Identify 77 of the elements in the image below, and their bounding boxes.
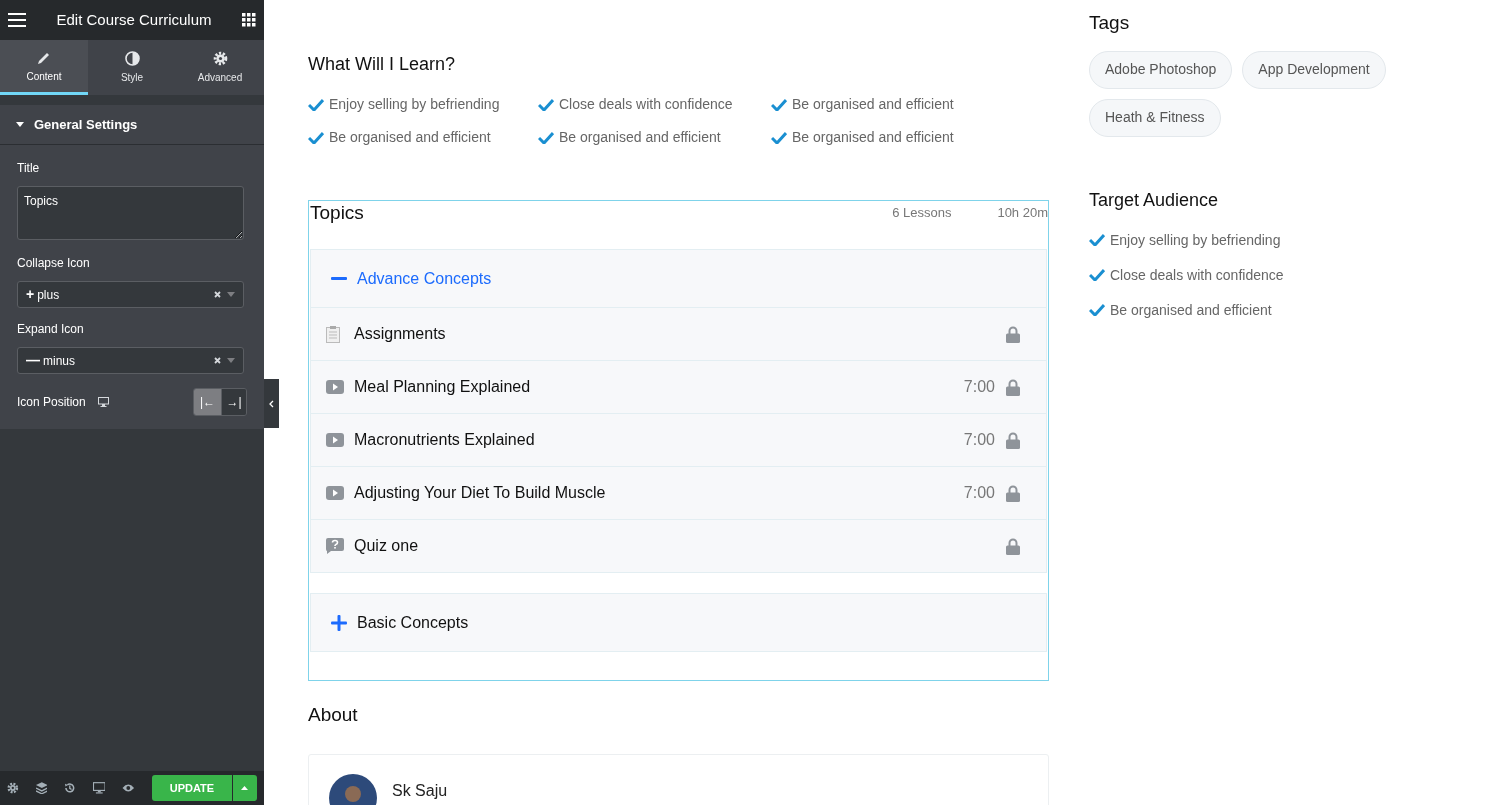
lesson-duration: 7:00 [963, 483, 995, 503]
list-item: Close deals with confidence [1110, 265, 1284, 285]
desktop-icon[interactable] [92, 782, 106, 794]
caret-down-icon [227, 292, 235, 297]
check-icon [308, 131, 324, 144]
pencil-icon [37, 51, 51, 65]
list-item: Be organised and efficient [559, 128, 721, 147]
author-name: Sk Saju [392, 780, 448, 801]
caret-down-icon [227, 358, 235, 363]
section-heading: Tags [1089, 11, 1131, 35]
check-icon [538, 131, 554, 144]
clear-icon[interactable] [214, 357, 221, 364]
field-label: Collapse Icon [17, 255, 91, 272]
panel-tab[interactable]: Content [0, 40, 88, 95]
lesson-title[interactable]: Quiz one [354, 534, 419, 558]
contrast-icon [124, 50, 140, 66]
apps-grid-icon[interactable] [242, 13, 256, 27]
tag[interactable]: Adobe Photoshop [1089, 50, 1233, 89]
panel-tab[interactable]: Advanced [176, 40, 264, 95]
settings-icon[interactable] [7, 782, 19, 794]
topics-title: Topics [309, 201, 364, 225]
play-icon [326, 486, 344, 500]
field-label: Icon Position [17, 394, 86, 411]
check-icon [1089, 304, 1105, 316]
icon-select[interactable]: + plus [17, 281, 244, 308]
collapse-panel-button[interactable] [264, 379, 279, 428]
lesson-duration: 7:00 [963, 430, 995, 450]
desktop-icon[interactable] [97, 397, 109, 407]
eye-icon[interactable] [122, 783, 135, 793]
panel-title: Edit Course Curriculum [56, 9, 212, 30]
check-icon [538, 98, 554, 111]
check-icon [1089, 269, 1105, 281]
list-item: Be organised and efficient [792, 95, 954, 114]
tag[interactable]: Heath & Fitness [1089, 98, 1221, 137]
lesson-count: 6 Lessons [892, 204, 952, 222]
list-item: Be organised and efficient [1110, 300, 1272, 320]
section-header[interactable]: General Settings [0, 105, 264, 145]
lesson-title[interactable]: Meal Planning Explained [354, 375, 531, 399]
lesson-title[interactable]: Macronutrients Explained [354, 428, 535, 452]
caret-button[interactable] [232, 775, 257, 801]
chevron-left-icon [269, 399, 274, 408]
title-field[interactable]: Topics [17, 186, 244, 240]
panel-tab[interactable]: Style [88, 40, 176, 95]
section-heading: About [308, 703, 359, 727]
lesson-duration: 7:00 [963, 377, 995, 397]
topic-header[interactable]: Basic Concepts [311, 594, 1046, 651]
play-icon [326, 380, 344, 394]
section-heading: What Will I Learn? [308, 53, 457, 76]
list-item: Close deals with confidence [559, 95, 733, 114]
list-item: Be organised and efficient [792, 128, 954, 147]
check-icon [771, 131, 787, 144]
total-duration: 10h 20m [997, 204, 1048, 222]
field-label: Expand Icon [17, 321, 85, 338]
icon-select[interactable]: — minus [17, 347, 244, 374]
menu-icon[interactable] [8, 13, 26, 27]
history-icon[interactable] [64, 782, 76, 794]
tag[interactable]: App Development [1242, 50, 1386, 89]
layers-icon[interactable] [35, 782, 48, 794]
topic-header[interactable]: Advance Concepts [311, 250, 1046, 307]
question-icon [326, 538, 344, 554]
play-icon [326, 433, 344, 447]
list-item: Be organised and efficient [329, 128, 491, 147]
clipboard-icon [326, 325, 340, 343]
caret-icon [241, 786, 249, 790]
list-item: Enjoy selling by befriending [1110, 230, 1281, 250]
settings-icon [212, 50, 228, 66]
clear-icon[interactable] [214, 291, 221, 298]
section-heading: Target Audience [1089, 188, 1220, 212]
lesson-title[interactable]: Assignments [354, 322, 446, 346]
list-item: Enjoy selling by befriending [329, 95, 500, 114]
field-label: Title [17, 160, 41, 177]
position-toggle[interactable]: |← [194, 389, 221, 415]
check-icon [771, 98, 787, 111]
position-toggle[interactable]: →| [221, 389, 246, 415]
lesson-title[interactable]: Adjusting Your Diet To Build Muscle [354, 481, 606, 505]
check-icon [1089, 234, 1105, 246]
check-icon [308, 98, 324, 111]
